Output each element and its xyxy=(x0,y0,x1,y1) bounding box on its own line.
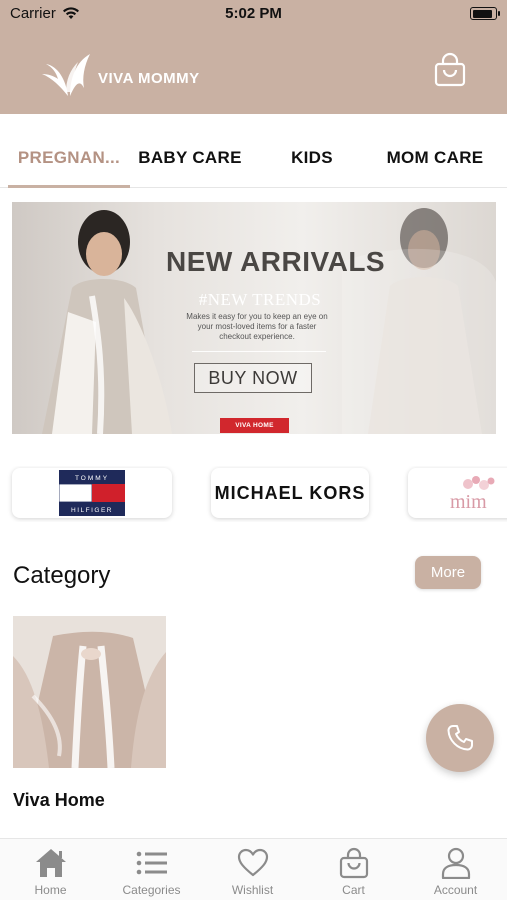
nav-label: Wishlist xyxy=(231,883,274,897)
app-header: Carrier 5:02 PM VIVA MOMMY xyxy=(0,0,507,114)
nav-home[interactable]: Home xyxy=(0,839,101,900)
banner-headline: NEW ARRIVALS xyxy=(166,246,386,277)
heart-icon xyxy=(235,845,271,881)
more-button[interactable]: More xyxy=(415,556,481,589)
shopping-bag-icon xyxy=(434,52,466,87)
category-image xyxy=(13,616,166,768)
status-bar: Carrier 5:02 PM xyxy=(0,0,507,28)
tab-pregnancy[interactable]: PREGNAN... xyxy=(8,130,130,188)
nav-label: Categories xyxy=(122,883,181,897)
leaf-logo-icon xyxy=(40,52,94,105)
brand-carousel[interactable]: TOMMY HILFIGER MICHAEL KORS mim xyxy=(0,466,507,522)
nav-label: Home xyxy=(34,883,67,897)
category-label[interactable]: Viva Home xyxy=(13,790,105,811)
category-section-title: Category xyxy=(13,562,111,589)
brand-name: MICHAEL KORS xyxy=(214,482,366,503)
banner-divider xyxy=(192,351,326,352)
banner-body: Makes it easy for you to keep an eye on … xyxy=(186,312,328,341)
nav-account[interactable]: Account xyxy=(404,839,507,900)
banner-subhead: #NEW TRENDS xyxy=(198,290,322,309)
category-tabs: PREGNAN... BABY CARE KIDS MOM CARE xyxy=(0,130,507,188)
shopping-bag-icon xyxy=(336,845,372,881)
svg-text:HILFIGER: HILFIGER xyxy=(71,507,113,514)
nav-wishlist[interactable]: Wishlist xyxy=(202,839,303,900)
svg-text:TOMMY: TOMMY xyxy=(75,475,109,482)
nav-categories[interactable]: Categories xyxy=(101,839,202,900)
app-logo: VIVA MOMMY xyxy=(40,52,200,105)
brand-card-tommy-hilfiger[interactable]: TOMMY HILFIGER xyxy=(12,468,172,518)
promo-banner[interactable]: NEW ARRIVALS #NEW TRENDS Makes it easy f… xyxy=(12,202,496,434)
tab-mom-care[interactable]: MOM CARE xyxy=(374,130,496,188)
nav-label: Cart xyxy=(342,883,365,897)
brand-card-michael-kors[interactable]: MICHAEL KORS xyxy=(211,468,369,518)
tab-baby-care[interactable]: BABY CARE xyxy=(130,130,250,188)
header-cart-button[interactable] xyxy=(432,52,468,88)
tommy-hilfiger-logo: TOMMY HILFIGER xyxy=(59,470,125,516)
battery-icon xyxy=(470,7,500,20)
bottom-navigation: Home Categories Wishlist Cart Account xyxy=(0,838,507,900)
user-icon xyxy=(438,845,474,881)
banner-tag: VIVA HOME xyxy=(220,418,289,433)
home-icon xyxy=(33,845,69,881)
banner-buy-now-button[interactable]: BUY NOW xyxy=(194,363,312,393)
nav-cart[interactable]: Cart xyxy=(303,839,404,900)
call-button[interactable] xyxy=(426,704,494,772)
category-card-viva-home[interactable] xyxy=(13,616,166,768)
list-icon xyxy=(134,845,170,881)
nav-label: Account xyxy=(433,883,478,897)
brand-name: VIVA MOMMY xyxy=(98,70,200,87)
active-tab-indicator xyxy=(8,185,130,188)
phone-icon xyxy=(447,725,473,751)
brand-card-mim[interactable]: mim xyxy=(408,468,507,518)
brand-name: mim xyxy=(450,490,487,513)
tab-kids[interactable]: KIDS xyxy=(250,130,374,188)
status-time: 5:02 PM xyxy=(225,5,282,22)
